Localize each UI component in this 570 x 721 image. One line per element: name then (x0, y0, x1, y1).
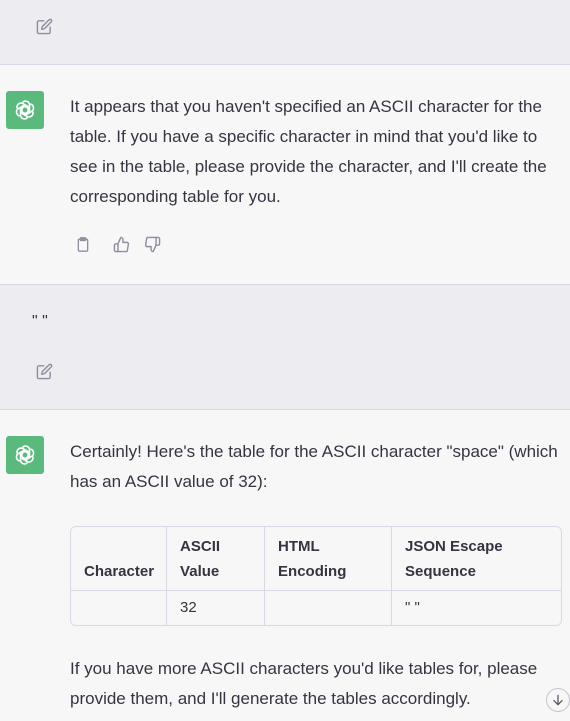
ascii-table: Character ASCII Value HTML Encoding JSON… (70, 526, 562, 626)
cell-html-encoding (264, 591, 391, 625)
assistant-message-1: It appears that you haven't specified an… (0, 65, 570, 285)
edit-icon[interactable] (35, 362, 53, 380)
header-ascii-value: ASCII Value (166, 527, 265, 591)
thumbs-up-icon[interactable] (112, 235, 130, 253)
table-header-row: Character ASCII Value HTML Encoding JSON… (71, 527, 561, 591)
chatgpt-logo-icon (6, 91, 44, 129)
header-json-escape: JSON Escape Sequence (391, 527, 561, 591)
header-character: Character (71, 527, 167, 591)
header-html-encoding: HTML Encoding (264, 527, 392, 591)
assistant-message-text: It appears that you haven't specified an… (70, 97, 547, 206)
cell-json-escape: " " (391, 591, 561, 625)
table-row: 32 " " (71, 591, 561, 625)
arrow-down-icon[interactable] (546, 688, 570, 712)
assistant-message-2: Certainly! Here's the table for the ASCI… (0, 410, 570, 721)
user-message-1 (0, 0, 570, 65)
clipboard-icon[interactable] (74, 235, 92, 253)
assistant-outro-text: If you have more ASCII characters you'd … (70, 659, 538, 708)
user-message-2: " " (0, 285, 570, 410)
cell-character (71, 591, 166, 625)
assistant-intro-text: Certainly! Here's the table for the ASCI… (70, 442, 558, 491)
edit-icon[interactable] (35, 17, 53, 35)
user-message-text: " " (32, 313, 48, 330)
chatgpt-logo-icon (6, 436, 44, 474)
cell-ascii-value: 32 (166, 591, 264, 625)
thumbs-down-icon[interactable] (143, 235, 161, 253)
